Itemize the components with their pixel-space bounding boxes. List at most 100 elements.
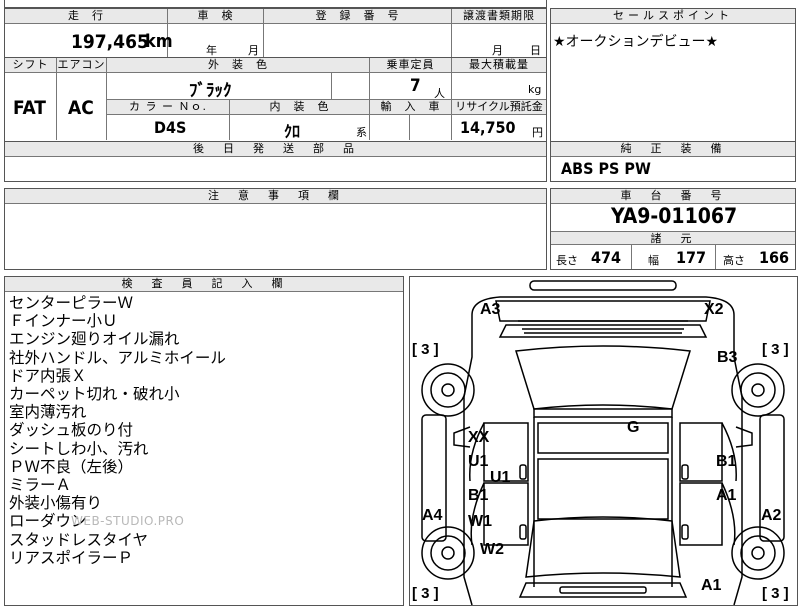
note-line: カーペット切れ・破れ小 bbox=[9, 385, 180, 404]
damage-u1-mid: U1 bbox=[490, 469, 511, 486]
note-line: 外装小傷有り bbox=[9, 494, 103, 513]
damage-a3: A3 bbox=[480, 301, 501, 318]
recycle-label: リサイクル預託金 bbox=[452, 100, 546, 115]
shaken-month: 月 bbox=[248, 44, 259, 57]
note-line: シートしわ小、汚れ bbox=[9, 439, 149, 458]
damage-w1: W1 bbox=[468, 513, 492, 530]
capacity-unit: 人 bbox=[434, 87, 445, 100]
recycle-value: 14,750 bbox=[460, 118, 516, 137]
transfer-deadline-label: 譲渡書類期限 bbox=[452, 9, 546, 24]
transfer-month: 月 bbox=[492, 44, 503, 57]
damage-a2: A2 bbox=[761, 507, 782, 524]
mileage-section: 走 行 車 検 登 録 番 号 譲渡書類期限 197,465 km 年 月 月 … bbox=[4, 8, 547, 58]
shift-cell: FAT bbox=[5, 73, 57, 140]
int-color-cell: ｸﾛ 系 bbox=[230, 115, 370, 141]
spec-height-value: 166 bbox=[759, 248, 790, 267]
sales-point-text: ★オークションデビュー★ bbox=[553, 34, 719, 50]
load-unit: kg bbox=[528, 83, 542, 96]
registration-label: 登 録 番 号 bbox=[264, 9, 452, 24]
ext-color-label: 外 装 色 bbox=[107, 58, 370, 73]
import-cell-b bbox=[410, 115, 452, 140]
damage-diagram-section: A3 X2 B3 G XX U1 U1 B1 W1 A4 W2 B1 A1 A2… bbox=[409, 276, 798, 606]
equipment-section: 純 正 装 備 ABS PS PW bbox=[550, 142, 796, 182]
import-cell-a bbox=[370, 115, 410, 140]
caution-section: 注 意 事 項 欄 bbox=[4, 188, 547, 270]
chassis-number: YA9-011067 bbox=[611, 204, 738, 228]
tire-rear-left-count: [ 3 ] bbox=[412, 585, 439, 602]
capacity-label: 乗車定員 bbox=[370, 58, 452, 73]
note-line: 室内薄汚れ bbox=[9, 403, 87, 422]
caution-label: 注 意 事 項 欄 bbox=[5, 189, 546, 204]
transfer-day: 日 bbox=[530, 44, 541, 57]
ext-color-extra-cell bbox=[332, 73, 370, 100]
note-line: 社外ハンドル、アルミホイール bbox=[9, 348, 226, 367]
ext-color-cell: ﾌﾞﾗｯｸ bbox=[107, 73, 332, 101]
tire-rear-right-count: [ 3 ] bbox=[762, 585, 789, 602]
ext-color-value: ﾌﾞﾗｯｸ bbox=[189, 81, 232, 101]
int-color-suffix: 系 bbox=[356, 126, 367, 139]
sales-point-section: セールスポイント ★オークションデビュー★ bbox=[550, 8, 796, 142]
damage-b1-right: B1 bbox=[716, 453, 737, 470]
equipment-text: ABS PS PW bbox=[561, 159, 651, 178]
equipment-label: 純 正 装 備 bbox=[551, 142, 795, 157]
damage-g: G bbox=[627, 419, 640, 436]
tire-front-right-count: [ 3 ] bbox=[762, 341, 789, 358]
spec-length-value: 474 bbox=[591, 248, 622, 267]
mileage-cell: 197,465 km bbox=[5, 24, 173, 57]
spec-height-cell: 高さ 166 bbox=[716, 245, 795, 269]
damage-b3: B3 bbox=[717, 349, 738, 366]
chassis-label: 車 台 番 号 bbox=[551, 189, 795, 204]
capacity-value: 7 bbox=[410, 76, 421, 96]
later-parts-section: 後 日 発 送 部 品 bbox=[4, 142, 547, 182]
shift-value: FAT bbox=[13, 97, 46, 119]
inspector-section: 検 査 員 記 入 欄 センターピラーＷ Ｆインナー小Ｕ エンジン廻りオイル漏れ… bbox=[4, 276, 404, 606]
damage-x2: X2 bbox=[704, 301, 724, 318]
damage-xx: XX bbox=[468, 429, 490, 446]
color-no-label: カ ラ ー Ｎｏ. bbox=[107, 100, 230, 115]
import-label: 輸 入 車 bbox=[370, 100, 452, 115]
spec-length-label: 長さ bbox=[556, 254, 578, 267]
shaken-label: 車 検 bbox=[168, 9, 264, 24]
chassis-section: 車 台 番 号 YA9-011067 諸 元 長さ 474 幅 177 高さ 1… bbox=[550, 188, 796, 270]
note-line: ＰＷ不良（左後） bbox=[9, 457, 134, 476]
capacity-cell: 7 人 bbox=[370, 73, 452, 100]
damage-a1-right: A1 bbox=[716, 487, 737, 504]
vehicle-info-section: シフト エアコン 外 装 色 乗車定員 最大積載量 FAT AC ﾌﾞﾗｯｸ 7… bbox=[4, 58, 547, 142]
color-no-value: D4S bbox=[154, 118, 187, 137]
damage-a1-bottom: A1 bbox=[701, 577, 722, 594]
recycle-cell: 14,750 円 bbox=[452, 115, 546, 140]
note-line: センターピラーＷ bbox=[9, 294, 134, 312]
damage-w2: W2 bbox=[480, 541, 504, 558]
watermark: WEB-STUDIO.PRO bbox=[71, 514, 185, 528]
spec-width-cell: 幅 177 bbox=[632, 245, 716, 269]
int-color-value: ｸﾛ bbox=[284, 122, 301, 141]
note-line: スタッドレスタイヤ bbox=[9, 530, 149, 549]
note-line: ドア内張Ｘ bbox=[9, 366, 87, 385]
ac-cell: AC bbox=[57, 73, 107, 140]
damage-b1-left: B1 bbox=[468, 487, 489, 504]
spec-width-label: 幅 bbox=[648, 254, 659, 267]
ac-label: エアコン bbox=[57, 58, 107, 73]
load-label: 最大積載量 bbox=[452, 58, 546, 73]
transfer-cell: 月 日 bbox=[452, 24, 546, 57]
note-line: ダッシュ板のり付 bbox=[9, 421, 134, 440]
spec-height-label: 高さ bbox=[723, 254, 745, 267]
specs-label: 諸 元 bbox=[551, 231, 795, 245]
shaken-year: 年 bbox=[206, 44, 217, 57]
ac-value: AC bbox=[68, 97, 94, 119]
damage-u1-left: U1 bbox=[468, 453, 489, 470]
note-line: ミラーＡ bbox=[9, 476, 72, 495]
shift-label: シフト bbox=[5, 58, 57, 73]
shaken-cell: 年 月 bbox=[168, 24, 264, 57]
mileage-label: 走 行 bbox=[5, 9, 168, 24]
damage-a4: A4 bbox=[422, 507, 443, 524]
note-line: エンジン廻りオイル漏れ bbox=[9, 330, 180, 349]
int-color-label: 内 装 色 bbox=[230, 100, 370, 115]
load-cell: kg bbox=[452, 73, 546, 100]
top-cut-row bbox=[4, 0, 547, 8]
recycle-unit: 円 bbox=[532, 126, 543, 139]
note-line: Ｆインナー小Ｕ bbox=[9, 312, 118, 331]
tire-front-left-count: [ 3 ] bbox=[412, 341, 439, 358]
color-no-cell: D4S bbox=[107, 115, 230, 140]
registration-cell bbox=[264, 24, 452, 57]
